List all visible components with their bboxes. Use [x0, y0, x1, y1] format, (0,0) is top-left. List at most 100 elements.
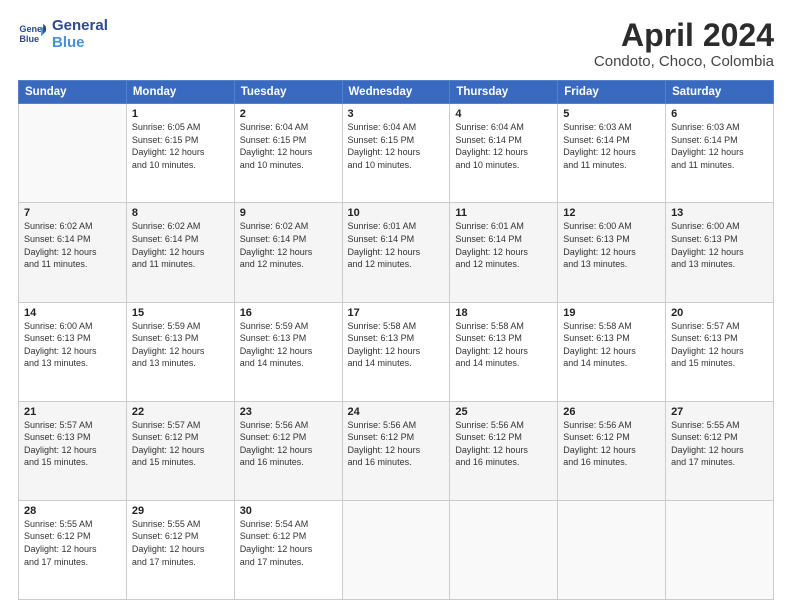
day-number: 16 — [240, 307, 337, 319]
day-number: 12 — [563, 207, 660, 219]
calendar-cell: 3Sunrise: 6:04 AMSunset: 6:15 PMDaylight… — [342, 104, 450, 203]
calendar-cell: 28Sunrise: 5:55 AMSunset: 6:12 PMDayligh… — [19, 500, 127, 599]
calendar-cell — [450, 500, 558, 599]
calendar-cell: 15Sunrise: 5:59 AMSunset: 6:13 PMDayligh… — [126, 302, 234, 401]
day-info: Sunrise: 6:01 AMSunset: 6:14 PMDaylight:… — [455, 220, 552, 270]
calendar-cell: 19Sunrise: 5:58 AMSunset: 6:13 PMDayligh… — [558, 302, 666, 401]
day-number: 21 — [24, 406, 121, 418]
day-info: Sunrise: 6:02 AMSunset: 6:14 PMDaylight:… — [132, 220, 229, 270]
day-number: 26 — [563, 406, 660, 418]
header-monday: Monday — [126, 81, 234, 104]
day-number: 2 — [240, 108, 337, 120]
day-info: Sunrise: 6:02 AMSunset: 6:14 PMDaylight:… — [240, 220, 337, 270]
calendar-cell: 8Sunrise: 6:02 AMSunset: 6:14 PMDaylight… — [126, 203, 234, 302]
calendar-cell: 6Sunrise: 6:03 AMSunset: 6:14 PMDaylight… — [666, 104, 774, 203]
calendar-title: April 2024 — [594, 18, 774, 53]
day-info: Sunrise: 5:56 AMSunset: 6:12 PMDaylight:… — [455, 419, 552, 469]
calendar-cell: 9Sunrise: 6:02 AMSunset: 6:14 PMDaylight… — [234, 203, 342, 302]
day-number: 1 — [132, 108, 229, 120]
day-number: 7 — [24, 207, 121, 219]
calendar-cell: 12Sunrise: 6:00 AMSunset: 6:13 PMDayligh… — [558, 203, 666, 302]
week-row-1: 1Sunrise: 6:05 AMSunset: 6:15 PMDaylight… — [19, 104, 774, 203]
day-info: Sunrise: 6:05 AMSunset: 6:15 PMDaylight:… — [132, 121, 229, 171]
week-row-2: 7Sunrise: 6:02 AMSunset: 6:14 PMDaylight… — [19, 203, 774, 302]
calendar-cell: 18Sunrise: 5:58 AMSunset: 6:13 PMDayligh… — [450, 302, 558, 401]
day-info: Sunrise: 6:00 AMSunset: 6:13 PMDaylight:… — [24, 320, 121, 370]
calendar-cell: 2Sunrise: 6:04 AMSunset: 6:15 PMDaylight… — [234, 104, 342, 203]
header-wednesday: Wednesday — [342, 81, 450, 104]
day-info: Sunrise: 5:55 AMSunset: 6:12 PMDaylight:… — [132, 518, 229, 568]
week-row-4: 21Sunrise: 5:57 AMSunset: 6:13 PMDayligh… — [19, 401, 774, 500]
day-info: Sunrise: 5:57 AMSunset: 6:12 PMDaylight:… — [132, 419, 229, 469]
day-number: 24 — [348, 406, 445, 418]
calendar-cell: 14Sunrise: 6:00 AMSunset: 6:13 PMDayligh… — [19, 302, 127, 401]
calendar-cell: 26Sunrise: 5:56 AMSunset: 6:12 PMDayligh… — [558, 401, 666, 500]
day-number: 11 — [455, 207, 552, 219]
title-block: April 2024 Condoto, Choco, Colombia — [594, 18, 774, 70]
day-number: 28 — [24, 505, 121, 517]
calendar-header-row: SundayMondayTuesdayWednesdayThursdayFrid… — [19, 81, 774, 104]
day-info: Sunrise: 5:58 AMSunset: 6:13 PMDaylight:… — [563, 320, 660, 370]
header-tuesday: Tuesday — [234, 81, 342, 104]
day-number: 18 — [455, 307, 552, 319]
day-info: Sunrise: 5:59 AMSunset: 6:13 PMDaylight:… — [240, 320, 337, 370]
day-number: 23 — [240, 406, 337, 418]
week-row-3: 14Sunrise: 6:00 AMSunset: 6:13 PMDayligh… — [19, 302, 774, 401]
day-number: 30 — [240, 505, 337, 517]
day-info: Sunrise: 6:00 AMSunset: 6:13 PMDaylight:… — [563, 220, 660, 270]
calendar-cell: 25Sunrise: 5:56 AMSunset: 6:12 PMDayligh… — [450, 401, 558, 500]
day-info: Sunrise: 5:56 AMSunset: 6:12 PMDaylight:… — [348, 419, 445, 469]
logo-text-line2: Blue — [52, 35, 108, 52]
page: General Blue General Blue April 2024 Con… — [0, 0, 792, 612]
calendar-cell: 1Sunrise: 6:05 AMSunset: 6:15 PMDaylight… — [126, 104, 234, 203]
day-number: 6 — [671, 108, 768, 120]
day-number: 9 — [240, 207, 337, 219]
day-number: 17 — [348, 307, 445, 319]
calendar-cell: 20Sunrise: 5:57 AMSunset: 6:13 PMDayligh… — [666, 302, 774, 401]
calendar-cell — [342, 500, 450, 599]
day-number: 5 — [563, 108, 660, 120]
header-saturday: Saturday — [666, 81, 774, 104]
calendar-cell: 11Sunrise: 6:01 AMSunset: 6:14 PMDayligh… — [450, 203, 558, 302]
day-info: Sunrise: 6:04 AMSunset: 6:15 PMDaylight:… — [240, 121, 337, 171]
day-info: Sunrise: 5:55 AMSunset: 6:12 PMDaylight:… — [671, 419, 768, 469]
day-number: 3 — [348, 108, 445, 120]
calendar-cell: 16Sunrise: 5:59 AMSunset: 6:13 PMDayligh… — [234, 302, 342, 401]
day-number: 27 — [671, 406, 768, 418]
calendar-subtitle: Condoto, Choco, Colombia — [594, 53, 774, 70]
logo-icon: General Blue — [18, 21, 46, 49]
day-info: Sunrise: 5:57 AMSunset: 6:13 PMDaylight:… — [24, 419, 121, 469]
calendar-cell: 22Sunrise: 5:57 AMSunset: 6:12 PMDayligh… — [126, 401, 234, 500]
day-number: 20 — [671, 307, 768, 319]
day-number: 19 — [563, 307, 660, 319]
header: General Blue General Blue April 2024 Con… — [18, 18, 774, 70]
calendar-cell: 17Sunrise: 5:58 AMSunset: 6:13 PMDayligh… — [342, 302, 450, 401]
day-info: Sunrise: 6:03 AMSunset: 6:14 PMDaylight:… — [563, 121, 660, 171]
day-info: Sunrise: 5:55 AMSunset: 6:12 PMDaylight:… — [24, 518, 121, 568]
day-info: Sunrise: 5:56 AMSunset: 6:12 PMDaylight:… — [563, 419, 660, 469]
header-sunday: Sunday — [19, 81, 127, 104]
day-number: 4 — [455, 108, 552, 120]
day-info: Sunrise: 5:54 AMSunset: 6:12 PMDaylight:… — [240, 518, 337, 568]
svg-text:Blue: Blue — [19, 34, 39, 44]
day-number: 25 — [455, 406, 552, 418]
day-number: 22 — [132, 406, 229, 418]
day-number: 15 — [132, 307, 229, 319]
day-number: 14 — [24, 307, 121, 319]
calendar-cell: 27Sunrise: 5:55 AMSunset: 6:12 PMDayligh… — [666, 401, 774, 500]
day-info: Sunrise: 6:04 AMSunset: 6:15 PMDaylight:… — [348, 121, 445, 171]
calendar-cell: 23Sunrise: 5:56 AMSunset: 6:12 PMDayligh… — [234, 401, 342, 500]
calendar-cell — [666, 500, 774, 599]
day-info: Sunrise: 6:01 AMSunset: 6:14 PMDaylight:… — [348, 220, 445, 270]
day-number: 13 — [671, 207, 768, 219]
header-thursday: Thursday — [450, 81, 558, 104]
day-info: Sunrise: 6:04 AMSunset: 6:14 PMDaylight:… — [455, 121, 552, 171]
day-info: Sunrise: 6:02 AMSunset: 6:14 PMDaylight:… — [24, 220, 121, 270]
calendar-cell: 29Sunrise: 5:55 AMSunset: 6:12 PMDayligh… — [126, 500, 234, 599]
calendar-cell: 24Sunrise: 5:56 AMSunset: 6:12 PMDayligh… — [342, 401, 450, 500]
day-info: Sunrise: 5:58 AMSunset: 6:13 PMDaylight:… — [455, 320, 552, 370]
logo-text-line1: General — [52, 18, 108, 35]
logo: General Blue General Blue — [18, 18, 108, 51]
day-info: Sunrise: 5:56 AMSunset: 6:12 PMDaylight:… — [240, 419, 337, 469]
calendar-cell: 10Sunrise: 6:01 AMSunset: 6:14 PMDayligh… — [342, 203, 450, 302]
